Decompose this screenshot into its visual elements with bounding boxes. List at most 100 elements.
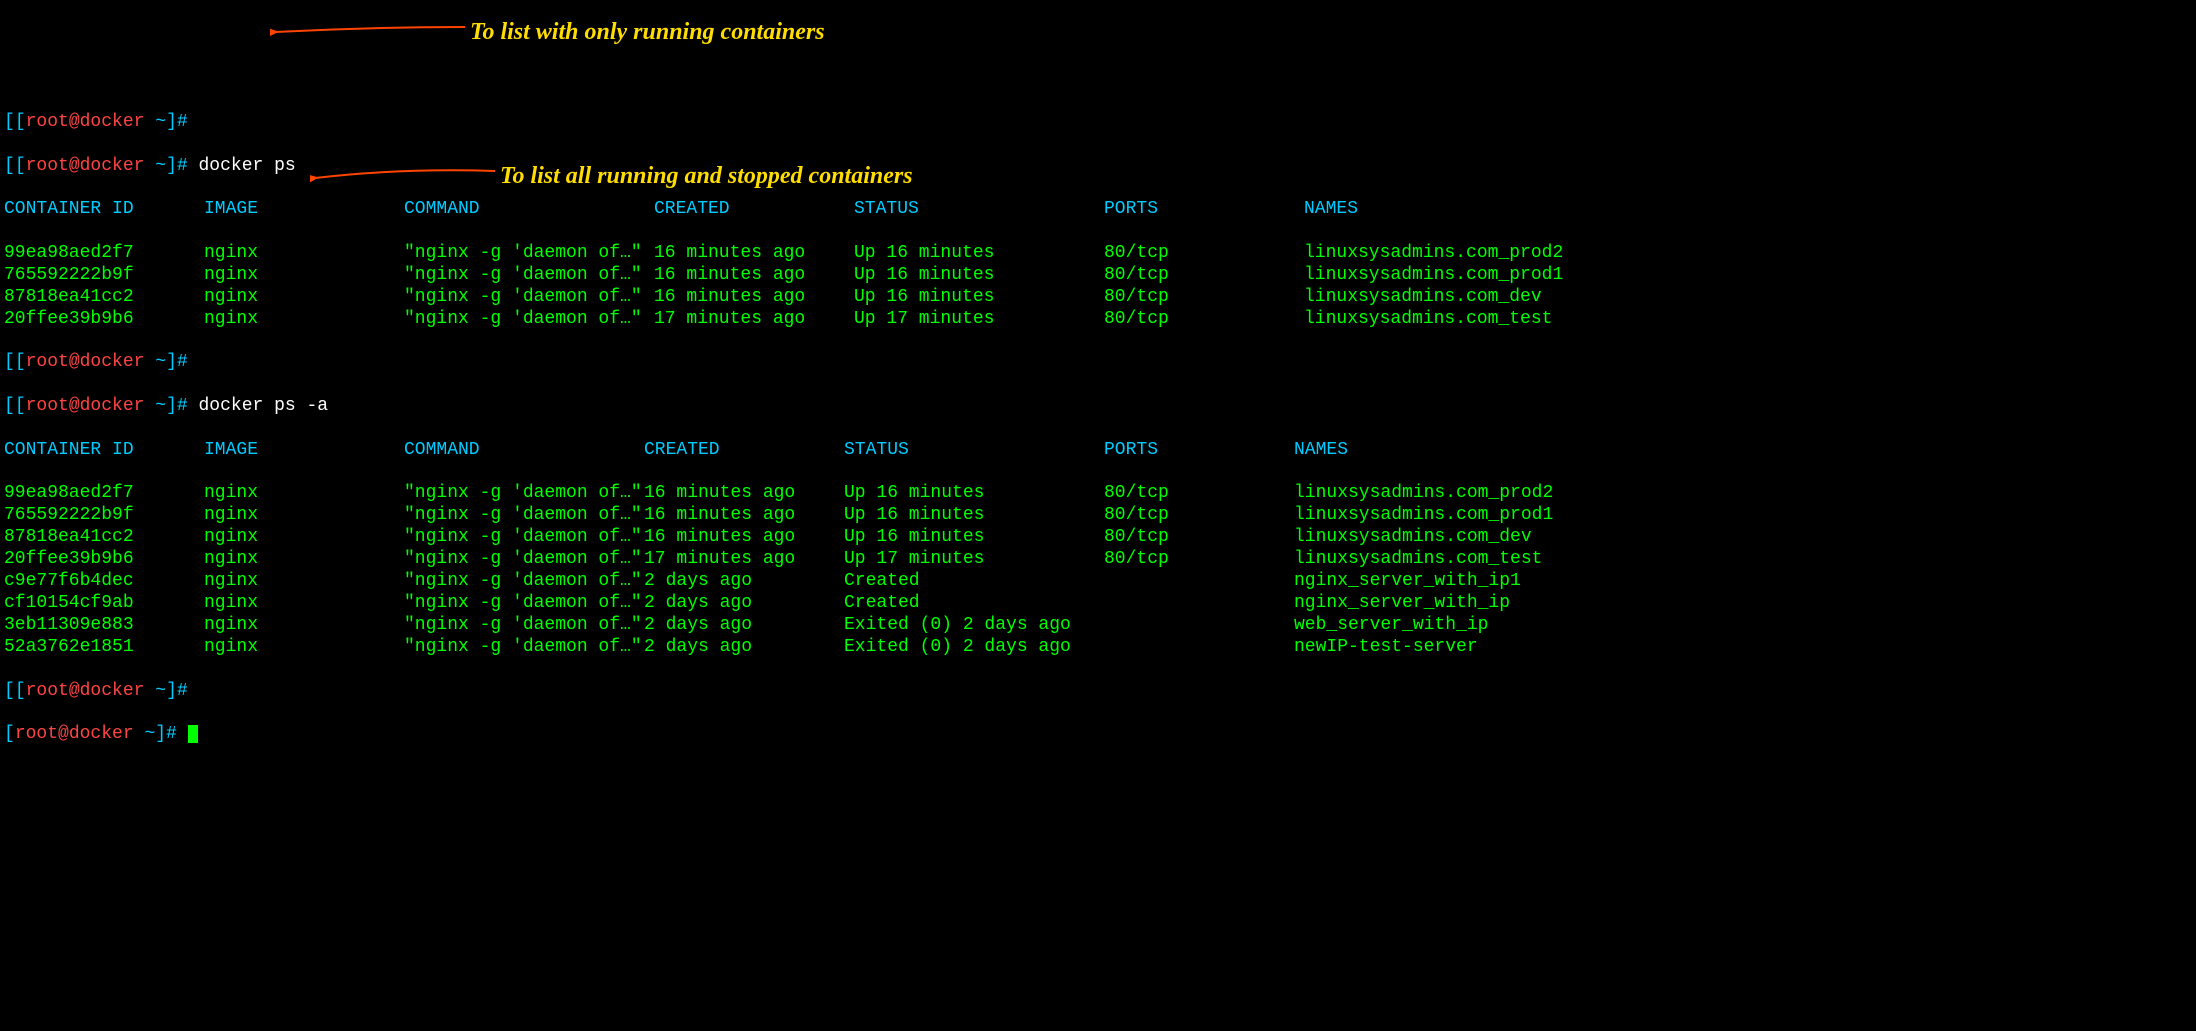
cell-command: "nginx -g 'daemon of…" — [404, 309, 654, 331]
bracket-close: ]# — [166, 112, 188, 132]
cell-command: "nginx -g 'daemon of…" — [404, 593, 644, 615]
header-container-id: CONTAINER ID — [4, 440, 204, 462]
cell-names: web_server_with_ip — [1294, 615, 1488, 637]
table-row: 765592222b9fnginx"nginx -g 'daemon of…"1… — [4, 265, 2192, 287]
cell-created: 16 minutes ago — [644, 505, 844, 527]
header-created: CREATED — [644, 440, 844, 462]
table-row: c9e77f6b4decnginx"nginx -g 'daemon of…"2… — [4, 571, 2192, 593]
terminal-output: [[root@docker ~]# [[root@docker ~]# dock… — [4, 90, 2192, 768]
cell-container-id: c9e77f6b4dec — [4, 571, 204, 593]
cell-names: linuxsysadmins.com_prod2 — [1294, 483, 1553, 505]
prompt-user-host: root@docker — [26, 112, 145, 132]
header-ports: PORTS — [1104, 440, 1294, 462]
cell-command: "nginx -g 'daemon of…" — [404, 265, 654, 287]
header-status: STATUS — [854, 199, 1104, 221]
cell-image: nginx — [204, 243, 404, 265]
cell-image: nginx — [204, 593, 404, 615]
cell-names: newIP-test-server — [1294, 637, 1478, 659]
cell-names: linuxsysadmins.com_test — [1294, 549, 1542, 571]
cell-names: linuxsysadmins.com_prod1 — [1304, 265, 1563, 287]
cell-command: "nginx -g 'daemon of…" — [404, 615, 644, 637]
cell-names: nginx_server_with_ip1 — [1294, 571, 1521, 593]
cell-image: nginx — [204, 615, 404, 637]
table-row: 87818ea41cc2nginx"nginx -g 'daemon of…"1… — [4, 287, 2192, 309]
table-row: 20ffee39b9b6nginx"nginx -g 'daemon of…"1… — [4, 549, 2192, 571]
table-row: 99ea98aed2f7nginx"nginx -g 'daemon of…"1… — [4, 243, 2192, 265]
cell-image: nginx — [204, 637, 404, 659]
bracket-open: [ — [4, 112, 15, 132]
command-docker-ps-a: docker ps -a — [198, 396, 328, 416]
cell-container-id: 99ea98aed2f7 — [4, 483, 204, 505]
cell-image: nginx — [204, 265, 404, 287]
cursor[interactable] — [188, 725, 198, 743]
cell-command: "nginx -g 'daemon of…" — [404, 483, 644, 505]
cell-created: 2 days ago — [644, 593, 844, 615]
cell-image: nginx — [204, 483, 404, 505]
prompt-line-cmd1: [[root@docker ~]# docker ps — [4, 156, 2192, 178]
cell-names: nginx_server_with_ip — [1294, 593, 1510, 615]
cell-container-id: 52a3762e1851 — [4, 637, 204, 659]
prompt-line: [[root@docker ~]# — [4, 112, 2192, 134]
cell-created: 17 minutes ago — [644, 549, 844, 571]
table-row: 765592222b9fnginx"nginx -g 'daemon of…"1… — [4, 505, 2192, 527]
cell-names: linuxsysadmins.com_prod2 — [1304, 243, 1563, 265]
cell-ports: 80/tcp — [1104, 505, 1294, 527]
prompt-line-empty2: [[root@docker ~]# — [4, 352, 2192, 374]
arrow-icon — [270, 22, 470, 42]
cell-status: Up 17 minutes — [844, 549, 1104, 571]
cell-status: Up 16 minutes — [854, 265, 1104, 287]
cell-status: Up 16 minutes — [854, 243, 1104, 265]
cell-container-id: 87818ea41cc2 — [4, 527, 204, 549]
cell-command: "nginx -g 'daemon of…" — [404, 571, 644, 593]
cell-names: linuxsysadmins.com_test — [1304, 309, 1552, 331]
cell-image: nginx — [204, 287, 404, 309]
header-command: COMMAND — [404, 199, 654, 221]
cell-status: Exited (0) 2 days ago — [844, 637, 1104, 659]
cell-status: Up 16 minutes — [844, 483, 1104, 505]
header-image: IMAGE — [204, 440, 404, 462]
cell-image: nginx — [204, 549, 404, 571]
table-row: 3eb11309e883nginx"nginx -g 'daemon of…"2… — [4, 615, 2192, 637]
cell-names: linuxsysadmins.com_prod1 — [1294, 505, 1553, 527]
header-command: COMMAND — [404, 440, 644, 462]
header-ports: PORTS — [1104, 199, 1304, 221]
table-row: 99ea98aed2f7nginx"nginx -g 'daemon of…"1… — [4, 483, 2192, 505]
cell-status: Up 16 minutes — [854, 287, 1104, 309]
cell-ports: 80/tcp — [1104, 243, 1304, 265]
cell-ports: 80/tcp — [1104, 549, 1294, 571]
cell-image: nginx — [204, 309, 404, 331]
cell-created: 17 minutes ago — [654, 309, 854, 331]
cell-command: "nginx -g 'daemon of…" — [404, 505, 644, 527]
cell-names: linuxsysadmins.com_dev — [1304, 287, 1542, 309]
prompt-line-cmd2: [[root@docker ~]# docker ps -a — [4, 396, 2192, 418]
header-created: CREATED — [654, 199, 854, 221]
cell-created: 16 minutes ago — [654, 243, 854, 265]
running-containers-list: 99ea98aed2f7nginx"nginx -g 'daemon of…"1… — [4, 243, 2192, 331]
table-row: 20ffee39b9b6nginx"nginx -g 'daemon of…"1… — [4, 309, 2192, 331]
cell-created: 16 minutes ago — [654, 265, 854, 287]
header-image: IMAGE — [204, 199, 404, 221]
cell-container-id: 20ffee39b9b6 — [4, 309, 204, 331]
cell-status: Created — [844, 571, 1104, 593]
cell-status: Up 17 minutes — [854, 309, 1104, 331]
cell-status: Created — [844, 593, 1104, 615]
cell-image: nginx — [204, 505, 404, 527]
cell-ports: 80/tcp — [1104, 483, 1294, 505]
cell-image: nginx — [204, 571, 404, 593]
prompt-path: ~ — [144, 112, 166, 132]
table-row: 52a3762e1851nginx"nginx -g 'daemon of…"2… — [4, 637, 2192, 659]
header-status: STATUS — [844, 440, 1104, 462]
cell-container-id: 99ea98aed2f7 — [4, 243, 204, 265]
cell-command: "nginx -g 'daemon of…" — [404, 287, 654, 309]
table-row: 87818ea41cc2nginx"nginx -g 'daemon of…"1… — [4, 527, 2192, 549]
cell-status: Up 16 minutes — [844, 505, 1104, 527]
cell-ports: 80/tcp — [1104, 527, 1294, 549]
cell-container-id: cf10154cf9ab — [4, 593, 204, 615]
annotation-running: To list with only running containers — [470, 18, 825, 47]
cell-command: "nginx -g 'daemon of…" — [404, 243, 654, 265]
prompt-line-cursor[interactable]: [root@docker ~]# — [4, 724, 2192, 746]
cell-container-id: 765592222b9f — [4, 505, 204, 527]
cell-container-id: 87818ea41cc2 — [4, 287, 204, 309]
header-names: NAMES — [1304, 199, 1358, 221]
cell-container-id: 3eb11309e883 — [4, 615, 204, 637]
